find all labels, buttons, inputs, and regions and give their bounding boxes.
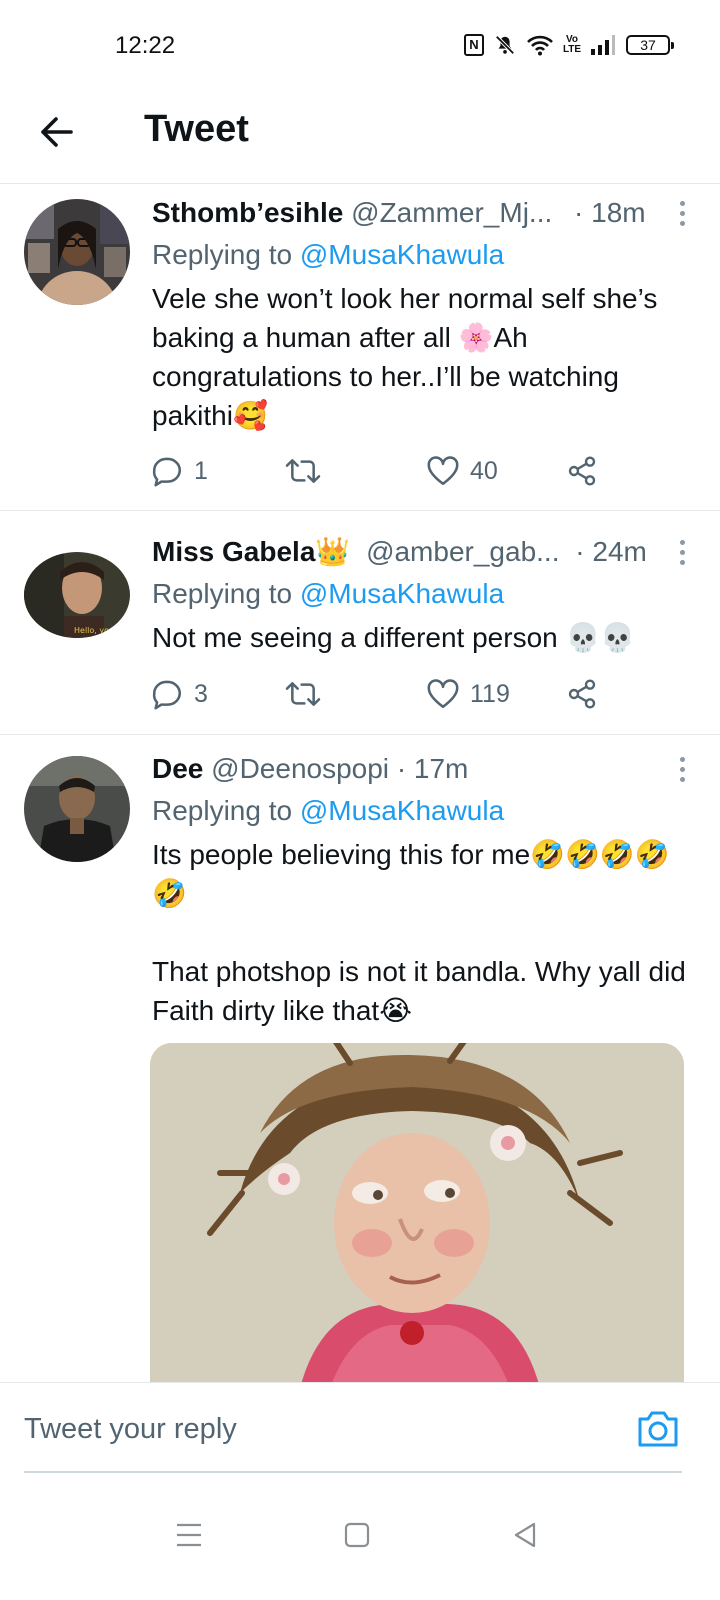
- reply-count: 3: [194, 679, 208, 708]
- reply-count: 1: [194, 456, 208, 485]
- tweet-text: Its people believing this for me🤣🤣🤣🤣🤣: [152, 839, 670, 909]
- replying-handle[interactable]: @MusaKhawula: [300, 578, 504, 609]
- tweet-item[interactable]: Dee @Deenospopi · 17m Replying to @MusaK…: [0, 736, 720, 1388]
- replying-to: Replying to @MusaKhawula: [152, 235, 686, 275]
- more-vertical-icon[interactable]: [670, 195, 694, 231]
- reply-composer: Tweet your reply: [0, 1382, 720, 1474]
- retweet-icon: [285, 459, 321, 483]
- battery-icon: 37: [626, 35, 674, 55]
- tweet-body: Miss Gabela👑 @amber_gab... · 24m Replyin…: [152, 534, 686, 657]
- nav-home-button[interactable]: [332, 1510, 382, 1560]
- header: Tweet: [0, 90, 720, 184]
- tweet-time: · 24m: [575, 536, 647, 567]
- heart-icon: [427, 456, 459, 486]
- avatar[interactable]: Hello, you: [24, 552, 130, 638]
- tweet-time: · 18m: [574, 197, 646, 228]
- menu-icon: [177, 1523, 201, 1547]
- avatar[interactable]: [24, 199, 130, 305]
- replying-to: Replying to @MusaKhawula: [152, 574, 686, 614]
- back-button[interactable]: [32, 108, 80, 156]
- retweet-icon: [285, 682, 321, 706]
- share-button[interactable]: [566, 451, 598, 491]
- status-icons: N Vo LTE 37: [464, 32, 674, 58]
- status-time: 12:22: [115, 32, 176, 59]
- tweet-item[interactable]: Sthomb’esihle @Zammer_Mj... · 18m Replyi…: [0, 185, 720, 511]
- back-triangle-icon: [514, 1522, 536, 1548]
- reply-button[interactable]: 3: [150, 674, 208, 714]
- share-button[interactable]: [566, 674, 598, 714]
- replying-handle[interactable]: @MusaKhawula: [300, 239, 504, 270]
- nav-back-button[interactable]: [500, 1510, 550, 1560]
- mute-icon: [494, 33, 516, 57]
- more-vertical-icon[interactable]: [670, 534, 694, 570]
- camera-icon: [638, 1411, 678, 1447]
- arrow-left-icon: [41, 117, 73, 147]
- signal-icon: [590, 33, 616, 57]
- replying-prefix: Replying to: [152, 578, 293, 609]
- share-icon: [568, 456, 596, 486]
- more-vertical-icon[interactable]: [670, 751, 694, 787]
- status-bar: 12:22 N Vo LTE 37: [0, 0, 720, 90]
- comment-icon: [152, 457, 182, 487]
- like-count: 40: [470, 456, 498, 485]
- author-name[interactable]: Sthomb’esihle: [152, 197, 343, 228]
- replying-prefix: Replying to: [152, 239, 293, 270]
- tweet-text: Vele she won’t look her normal self she’…: [152, 283, 658, 431]
- like-button[interactable]: 40: [426, 451, 498, 491]
- tweet-body: Sthomb’esihle @Zammer_Mj... · 18m Replyi…: [152, 195, 686, 435]
- retweet-button[interactable]: [284, 451, 322, 491]
- retweet-button[interactable]: [284, 674, 322, 714]
- camera-button[interactable]: [636, 1409, 680, 1449]
- tweet-meta: Sthomb’esihle @Zammer_Mj... · 18m: [152, 195, 686, 231]
- volte-icon: Vo LTE: [562, 34, 582, 55]
- reply-input[interactable]: Tweet your reply: [24, 1413, 237, 1446]
- share-icon: [568, 679, 596, 709]
- tweet-actions: 1 40: [150, 451, 630, 491]
- nfc-icon: N: [464, 34, 484, 56]
- heart-icon: [427, 679, 459, 709]
- tweet-text: Not me seeing a different person 💀💀: [152, 622, 636, 653]
- wifi-icon: [526, 33, 554, 57]
- system-nav-bar: [0, 1476, 720, 1600]
- author-name[interactable]: Miss Gabela👑: [152, 536, 350, 567]
- tweet-media-image[interactable]: [150, 1043, 684, 1388]
- reply-button[interactable]: 1: [150, 451, 208, 491]
- author-name[interactable]: Dee: [152, 753, 203, 784]
- nav-menu-button[interactable]: [164, 1510, 214, 1560]
- home-square-icon: [344, 1522, 370, 1548]
- replying-handle[interactable]: @MusaKhawula: [300, 795, 504, 826]
- tweet-meta: Dee @Deenospopi · 17m: [152, 751, 686, 787]
- author-handle[interactable]: @amber_gab...: [366, 536, 559, 567]
- replying-to: Replying to @MusaKhawula: [152, 791, 686, 831]
- reply-input-underline: [24, 1471, 682, 1473]
- author-handle[interactable]: @Deenospopi: [211, 753, 389, 784]
- avatar[interactable]: [24, 756, 130, 862]
- tweet-time: · 17m: [396, 753, 469, 784]
- page-title: Tweet: [144, 108, 249, 150]
- replying-prefix: Replying to: [152, 795, 293, 826]
- author-handle[interactable]: @Zammer_Mj...: [351, 197, 552, 228]
- tweet-actions: 3 119: [150, 674, 630, 714]
- tweet-body: Dee @Deenospopi · 17m Replying to @MusaK…: [152, 751, 686, 1030]
- tweet-meta: Miss Gabela👑 @amber_gab... · 24m: [152, 534, 686, 570]
- avatar-caption: Hello, you: [74, 626, 114, 635]
- like-count: 119: [470, 679, 510, 708]
- tweet-item[interactable]: Hello, you Miss Gabela👑 @amber_gab... · …: [0, 512, 720, 735]
- comment-icon: [152, 680, 182, 710]
- tweet-text-2: That photshop is not it bandla. Why yall…: [152, 956, 686, 1026]
- like-button[interactable]: 119: [426, 674, 510, 714]
